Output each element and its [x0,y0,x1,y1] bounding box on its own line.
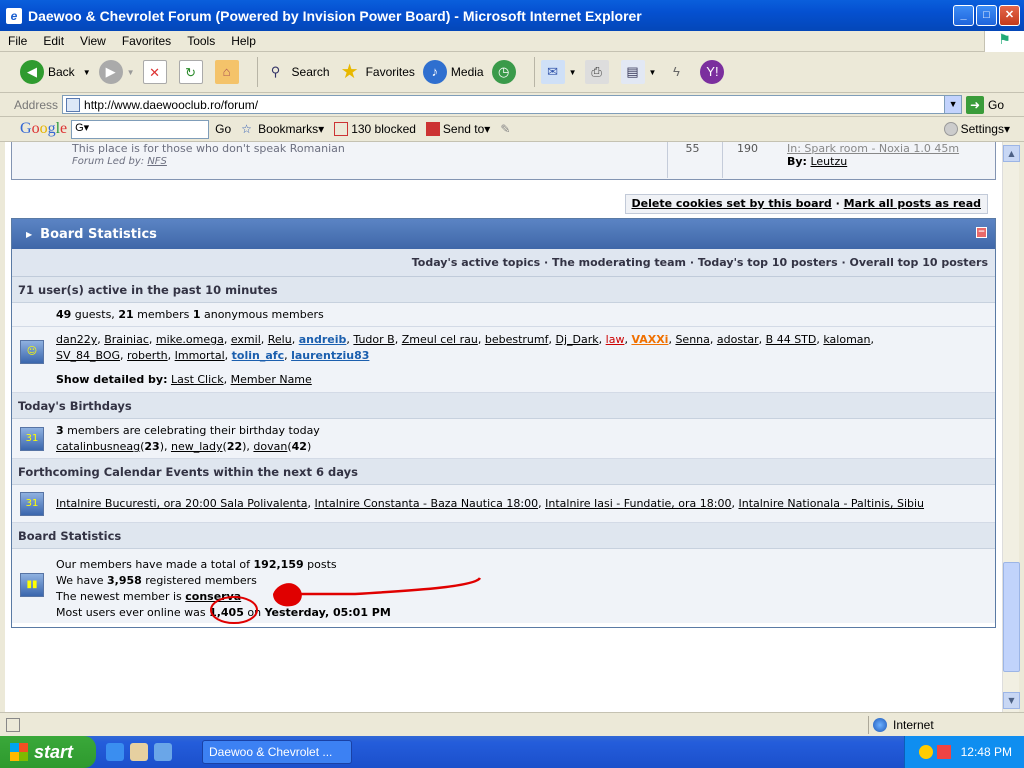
title-bar: e Daewoo & Chevrolet Forum (Powered by I… [0,0,1024,31]
media-button[interactable]: ♪ Media [422,55,484,89]
stop-icon: ✕ [142,60,167,84]
go-button[interactable]: ➜ Go [966,95,1004,114]
page-icon [66,97,81,112]
smiley-icon[interactable] [918,745,933,759]
popup-blocker-button[interactable]: 130 blocked [334,122,416,136]
media-icon: ♪ [422,60,447,84]
scroll-up-icon[interactable]: ▲ [1003,145,1020,162]
menu-bar: File Edit View Favorites Tools Help ⚑ [0,31,1024,52]
clock: 12:48 PM [960,745,1012,759]
search-button[interactable]: ⚲ Search [264,55,330,89]
edit-button[interactable]: ▤ ▼ [620,55,656,89]
windows-flag-icon [10,743,28,761]
edit-icon: ▤ [620,60,645,84]
refresh-button[interactable]: ↻ [178,55,207,89]
send-icon [425,122,440,136]
minimize-button[interactable]: _ [953,5,974,26]
address-input[interactable]: http://www.daewooclub.ro/forum/ ▼ [62,95,963,114]
messenger-button[interactable]: ϟ [664,55,692,89]
ie-quicklaunch-icon[interactable] [106,743,124,761]
star-icon: ☆ [241,122,252,136]
forward-button[interactable]: ▶ ▼ [98,55,135,89]
vertical-scrollbar[interactable]: ▲ ▼ [1002,142,1020,712]
home-button[interactable]: ⌂ [214,55,243,89]
lightning-icon: ϟ [673,64,680,79]
page-content: This place is for those who don't speak … [5,142,1002,712]
close-button[interactable]: ✕ [999,5,1020,26]
start-button[interactable]: start [0,736,96,768]
standard-toolbar: ◀ Back ▼ ▶ ▼ ✕ ↻ ⌂ ⚲ Search ★ Favorites ♪ Medi… [0,52,1024,93]
back-arrow-icon: ◀ [20,60,44,84]
print-icon: ⎙ [584,60,609,84]
annotation-circle [210,596,258,624]
tray-icon[interactable] [936,745,951,759]
settings-button[interactable]: Settings ▾ [943,122,1010,136]
page-status-icon [6,717,20,732]
google-search-input[interactable]: G▾ [71,119,210,139]
system-tray: 12:48 PM [904,736,1024,768]
history-button[interactable]: ◷ [491,55,520,89]
cat-quicklaunch-icon[interactable] [130,743,148,761]
scroll-down-icon[interactable]: ▼ [1003,692,1020,709]
taskbar-window-button[interactable]: Daewoo & Chevrolet ... [202,740,352,764]
menu-edit[interactable]: Edit [35,34,72,48]
red-annotation [210,577,482,624]
search-icon: ⚲ [270,64,281,79]
history-icon: ◷ [491,60,516,84]
yahoo-button[interactable]: Y! [700,55,728,89]
messenger-quicklaunch-icon[interactable] [154,743,172,761]
google-logo: Google [20,120,68,137]
address-url: http://www.daewooclub.ro/forum/ [84,97,259,112]
quick-launch [106,743,172,761]
menu-view[interactable]: View [72,34,114,48]
menu-file[interactable]: File [0,34,35,48]
print-button[interactable]: ⎙ [584,55,613,89]
windows-logo-icon: ⚑ [984,31,1024,52]
pencil-icon[interactable]: ✎ [500,122,510,136]
star-icon: ★ [340,61,359,83]
menu-help[interactable]: Help [223,34,264,48]
settings-icon [943,122,958,136]
blocker-icon [334,122,349,136]
bookmarks-button[interactable]: ☆ Bookmarks ▾ [241,122,324,136]
annotation-arrowhead [273,583,302,607]
forward-arrow-icon: ▶ [98,60,123,84]
address-dropdown-icon[interactable]: ▼ [944,96,962,113]
address-label: Address [14,97,59,112]
globe-icon [873,718,887,732]
mail-icon: ✉ [540,60,565,84]
home-icon: ⌂ [214,60,239,84]
address-bar: Address http://www.daewooclub.ro/forum/ … [0,93,1024,117]
stop-button[interactable]: ✕ [142,55,171,89]
go-arrow-icon: ➜ [966,95,985,114]
google-go-button[interactable]: Go [215,122,231,136]
menu-favorites[interactable]: Favorites [114,34,179,48]
ie-icon: e [6,7,22,24]
send-to-button[interactable]: Send to ▾ [425,122,490,136]
yahoo-icon: Y! [700,60,725,84]
annotation-arrow [295,577,482,596]
google-toolbar: Google G▾ Go ☆ Bookmarks ▾ 130 blocked Sen… [0,117,1024,142]
menu-tools[interactable]: Tools [179,34,223,48]
window-title: Daewoo & Chevrolet Forum (Powered by Inv… [28,7,642,24]
status-bar: Internet [0,712,1024,736]
maximize-button[interactable]: □ [976,5,997,26]
mail-button[interactable]: ✉ ▼ [540,55,577,89]
refresh-icon: ↻ [178,60,203,84]
favorites-button[interactable]: ★ Favorites [338,55,415,89]
back-button[interactable]: ◀ Back ▼ [20,55,91,89]
security-zone: Internet [868,716,934,734]
taskbar: start Daewoo & Chevrolet ... 12:48 PM [0,736,1024,768]
scroll-thumb[interactable] [1003,562,1020,672]
